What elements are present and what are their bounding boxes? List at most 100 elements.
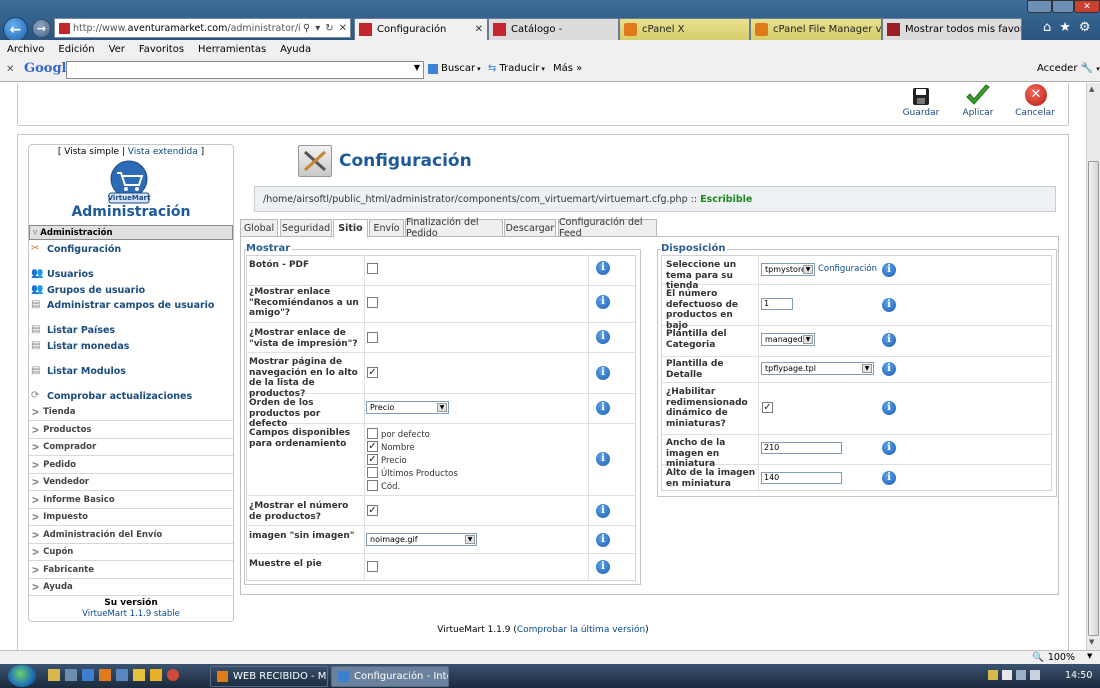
sidebar-cat-informe[interactable]: ᐳ Informe Basico bbox=[29, 492, 233, 509]
info-icon[interactable]: i bbox=[882, 298, 896, 312]
app-icon[interactable] bbox=[150, 669, 162, 681]
checkbox-vista-impresion[interactable] bbox=[367, 332, 378, 343]
tab-catalogo[interactable]: Catálogo - bbox=[488, 18, 619, 40]
menu-ayuda[interactable]: Ayuda bbox=[280, 44, 311, 55]
desktop-icon[interactable] bbox=[65, 669, 77, 681]
tema-configuracion-link[interactable]: Configuración bbox=[818, 264, 877, 274]
google-mas-button[interactable]: Más » bbox=[553, 63, 582, 74]
checkbox-cod[interactable] bbox=[367, 480, 378, 491]
checkbox-redimensionado[interactable]: ✓ bbox=[762, 402, 773, 413]
version-link[interactable]: VirtueMart 1.1.9 stable bbox=[28, 609, 234, 619]
checkbox-boton-pdf[interactable] bbox=[367, 263, 378, 274]
tab-finalizacion[interactable]: Finalización del Pedido bbox=[405, 217, 503, 239]
close-window-button[interactable]: ✕ bbox=[1074, 0, 1100, 13]
sidebar-item-grupos[interactable]: Grupos de usuario bbox=[47, 285, 145, 296]
minimize-button[interactable] bbox=[1027, 0, 1052, 13]
checkbox-navegacion[interactable]: ✓ bbox=[367, 367, 378, 378]
info-icon[interactable]: i bbox=[882, 263, 896, 277]
select-plantilla-detalle[interactable]: tpflypage.tpl ▼ bbox=[761, 362, 874, 375]
select-tema[interactable]: tpmystore ▼ bbox=[761, 263, 815, 276]
close-toolbar-icon[interactable]: ✕ bbox=[6, 64, 14, 75]
chevron-down-icon[interactable]: ▼ bbox=[414, 63, 420, 72]
info-icon[interactable]: i bbox=[596, 452, 610, 466]
select-orden[interactable]: Precio ▼ bbox=[366, 401, 449, 414]
tab-descargar[interactable]: Descargar bbox=[504, 219, 556, 237]
input-alto-miniatura[interactable]: 140 bbox=[761, 472, 842, 484]
menu-edicion[interactable]: Edición bbox=[58, 44, 94, 55]
checkbox-pie[interactable] bbox=[367, 561, 378, 572]
sidebar-item-monedas[interactable]: Listar monedas bbox=[47, 341, 129, 352]
info-icon[interactable]: i bbox=[596, 261, 610, 275]
scroll-thumb[interactable] bbox=[1088, 161, 1099, 636]
info-icon[interactable]: i bbox=[596, 295, 610, 309]
stop-icon[interactable]: ✕ bbox=[339, 23, 347, 34]
app-icon[interactable] bbox=[116, 669, 128, 681]
checkbox-ultimos[interactable] bbox=[367, 467, 378, 478]
menu-ver[interactable]: Ver bbox=[109, 44, 125, 55]
tab-envio[interactable]: Envío bbox=[369, 219, 404, 237]
tab-feed[interactable]: Configuración del Feed bbox=[558, 217, 657, 239]
dropdown-icon[interactable]: ▾ bbox=[315, 23, 320, 34]
start-button-icon[interactable] bbox=[8, 665, 36, 687]
google-traducir-button[interactable]: ⇆ Traducir ▾ bbox=[488, 63, 545, 74]
sidebar-item-actualizaciones[interactable]: Comprobar actualizaciones bbox=[47, 391, 192, 402]
tab-sitio[interactable]: Sitio bbox=[333, 219, 368, 238]
tab-cpanel[interactable]: cPanel X bbox=[619, 18, 750, 40]
sidebar-item-usuarios[interactable]: Usuarios bbox=[47, 269, 94, 280]
sidebar-cat-productos[interactable]: ᐳ Productos bbox=[29, 422, 233, 439]
star-icon[interactable]: ★ bbox=[1059, 20, 1071, 36]
info-icon[interactable]: i bbox=[596, 560, 610, 574]
info-icon[interactable]: i bbox=[882, 471, 896, 485]
select-plantilla-categoria[interactable]: managed ▼ bbox=[761, 333, 815, 346]
input-numero-defecto[interactable]: 1 bbox=[761, 298, 793, 310]
sidebar-cat-tienda[interactable]: ᐳ Tienda bbox=[29, 404, 233, 421]
info-icon[interactable]: i bbox=[882, 401, 896, 415]
info-icon[interactable]: i bbox=[596, 401, 610, 415]
sidebar-cat-envio[interactable]: ᐳ Administración del Envío bbox=[29, 527, 233, 544]
scroll-up-icon[interactable]: ▲ bbox=[1089, 85, 1094, 93]
forward-button[interactable]: → bbox=[32, 19, 51, 38]
sidebar-item-modulos[interactable]: Listar Modulos bbox=[47, 366, 126, 377]
close-tab-icon[interactable]: ✕ bbox=[475, 24, 483, 35]
sidebar-cat-vendedor[interactable]: ᐳ Vendedor bbox=[29, 474, 233, 491]
info-icon[interactable]: i bbox=[882, 362, 896, 376]
chevron-down-icon[interactable]: ▾ bbox=[1096, 65, 1100, 73]
menu-archivo[interactable]: Archivo bbox=[7, 44, 44, 55]
input-ancho-miniatura[interactable]: 210 bbox=[761, 442, 842, 454]
info-icon[interactable]: i bbox=[882, 441, 896, 455]
menu-favoritos[interactable]: Favoritos bbox=[139, 44, 184, 55]
info-icon[interactable]: i bbox=[596, 366, 610, 380]
zoom-control[interactable]: 🔍 100% ▼ bbox=[1032, 652, 1092, 663]
tray-icon[interactable] bbox=[988, 670, 998, 680]
checkbox-recomiendanos[interactable] bbox=[367, 297, 378, 308]
menu-herramientas[interactable]: Herramientas bbox=[198, 44, 266, 55]
sidebar-item-configuracion[interactable]: Configuración bbox=[47, 244, 121, 255]
home-icon[interactable]: ⌂ bbox=[1043, 20, 1051, 36]
sidebar-section-administracion[interactable]: ▿ Administración bbox=[29, 225, 233, 240]
taskbar-item-web-recibido[interactable]: WEB RECIBIDO - Mi... bbox=[210, 666, 328, 687]
tab-file-manager[interactable]: cPanel File Manager v3 bbox=[750, 18, 882, 40]
acceder-button[interactable]: Acceder 🔧 ▾ bbox=[1037, 63, 1100, 74]
sidebar-cat-cupon[interactable]: ᐳ Cupón bbox=[29, 544, 233, 561]
info-icon[interactable]: i bbox=[882, 333, 896, 347]
search-icon[interactable]: ⚲ bbox=[303, 23, 310, 34]
checkbox-por-defecto[interactable] bbox=[367, 428, 378, 439]
network-icon[interactable] bbox=[1016, 670, 1026, 680]
sidebar-item-paises[interactable]: Listar Países bbox=[47, 325, 115, 336]
google-buscar-button[interactable]: Buscar ▾ bbox=[428, 63, 481, 74]
sidebar-cat-ayuda[interactable]: ᐳ Ayuda bbox=[29, 579, 233, 596]
apply-label[interactable]: Aplicar bbox=[955, 108, 1001, 118]
sidebar-cat-fabricante[interactable]: ᐳ Fabricante bbox=[29, 562, 233, 579]
google-search-input[interactable]: ▼ bbox=[66, 61, 424, 79]
ie-icon[interactable] bbox=[82, 669, 94, 681]
wrench-icon[interactable]: 🔧 bbox=[1081, 63, 1093, 74]
check-version-link[interactable]: Comprobar la última versión bbox=[517, 625, 645, 635]
folder-icon[interactable] bbox=[48, 669, 60, 681]
sidebar-item-campos[interactable]: Administrar campos de usuario bbox=[47, 300, 214, 311]
chrome-icon[interactable] bbox=[167, 669, 179, 681]
volume-icon[interactable] bbox=[1030, 670, 1040, 680]
info-icon[interactable]: i bbox=[596, 330, 610, 344]
scroll-down-icon[interactable]: ▼ bbox=[1089, 638, 1094, 646]
tab-global[interactable]: Global bbox=[240, 219, 278, 237]
info-icon[interactable]: i bbox=[596, 504, 610, 518]
